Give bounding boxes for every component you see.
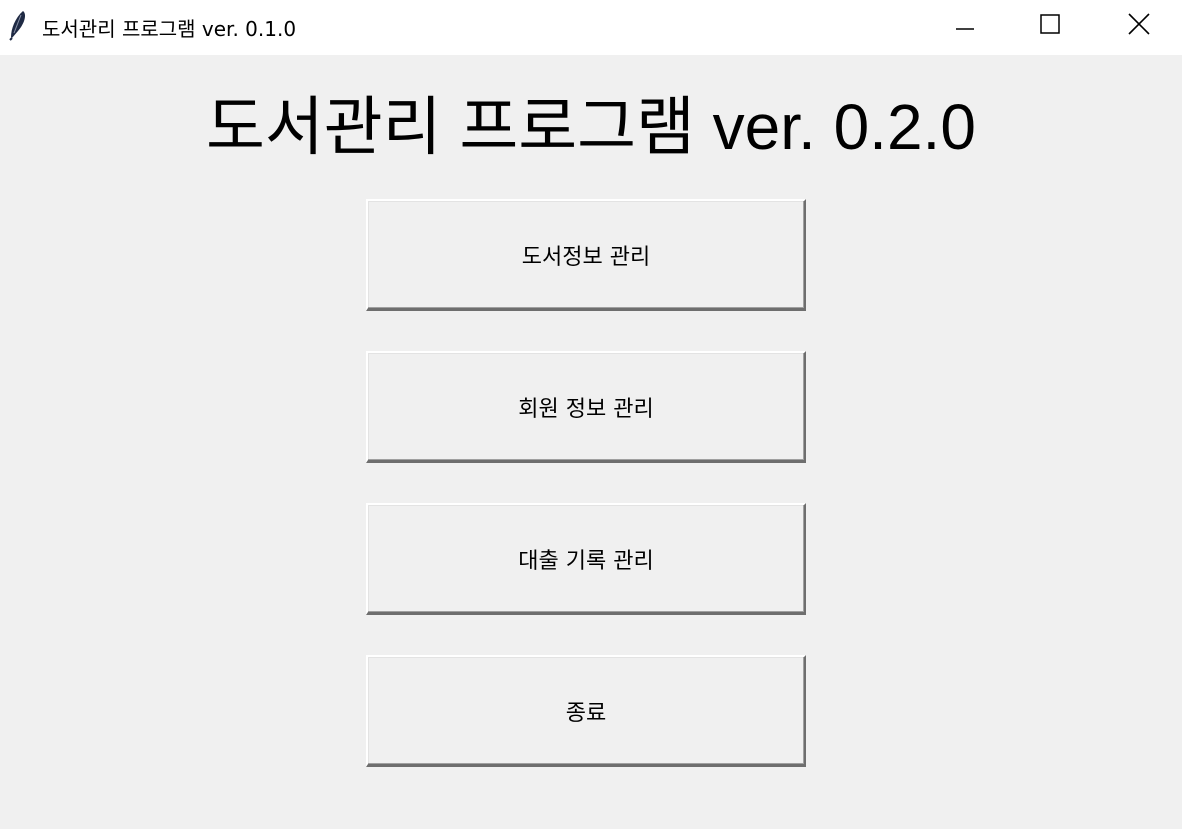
app-window: 도서관리 프로그램 ver. 0.1.0 도서관리 프로그램 ver. 0.2.… [0,0,1182,829]
maximize-button[interactable] [1005,0,1095,52]
loan-records-button-label: 대출 기록 관리 [518,548,654,574]
member-info-button[interactable]: 회원 정보 관리 [366,351,806,463]
exit-button-label: 종료 [565,700,607,726]
page-title: 도서관리 프로그램 ver. 0.2.0 [206,91,976,163]
close-button[interactable] [1094,0,1182,52]
maximize-icon [1039,13,1061,39]
book-info-button[interactable]: 도서정보 관리 [366,199,806,311]
minimize-button[interactable] [920,0,1010,52]
minimize-icon [954,13,976,39]
close-icon [1127,12,1151,40]
member-info-button-label: 회원 정보 관리 [518,396,654,422]
feather-icon [6,9,28,41]
window-title: 도서관리 프로그램 ver. 0.1.0 [42,17,297,41]
book-info-button-label: 도서정보 관리 [521,244,651,270]
title-bar[interactable]: 도서관리 프로그램 ver. 0.1.0 [0,0,1182,55]
exit-button[interactable]: 종료 [366,655,806,767]
loan-records-button[interactable]: 대출 기록 관리 [366,503,806,615]
